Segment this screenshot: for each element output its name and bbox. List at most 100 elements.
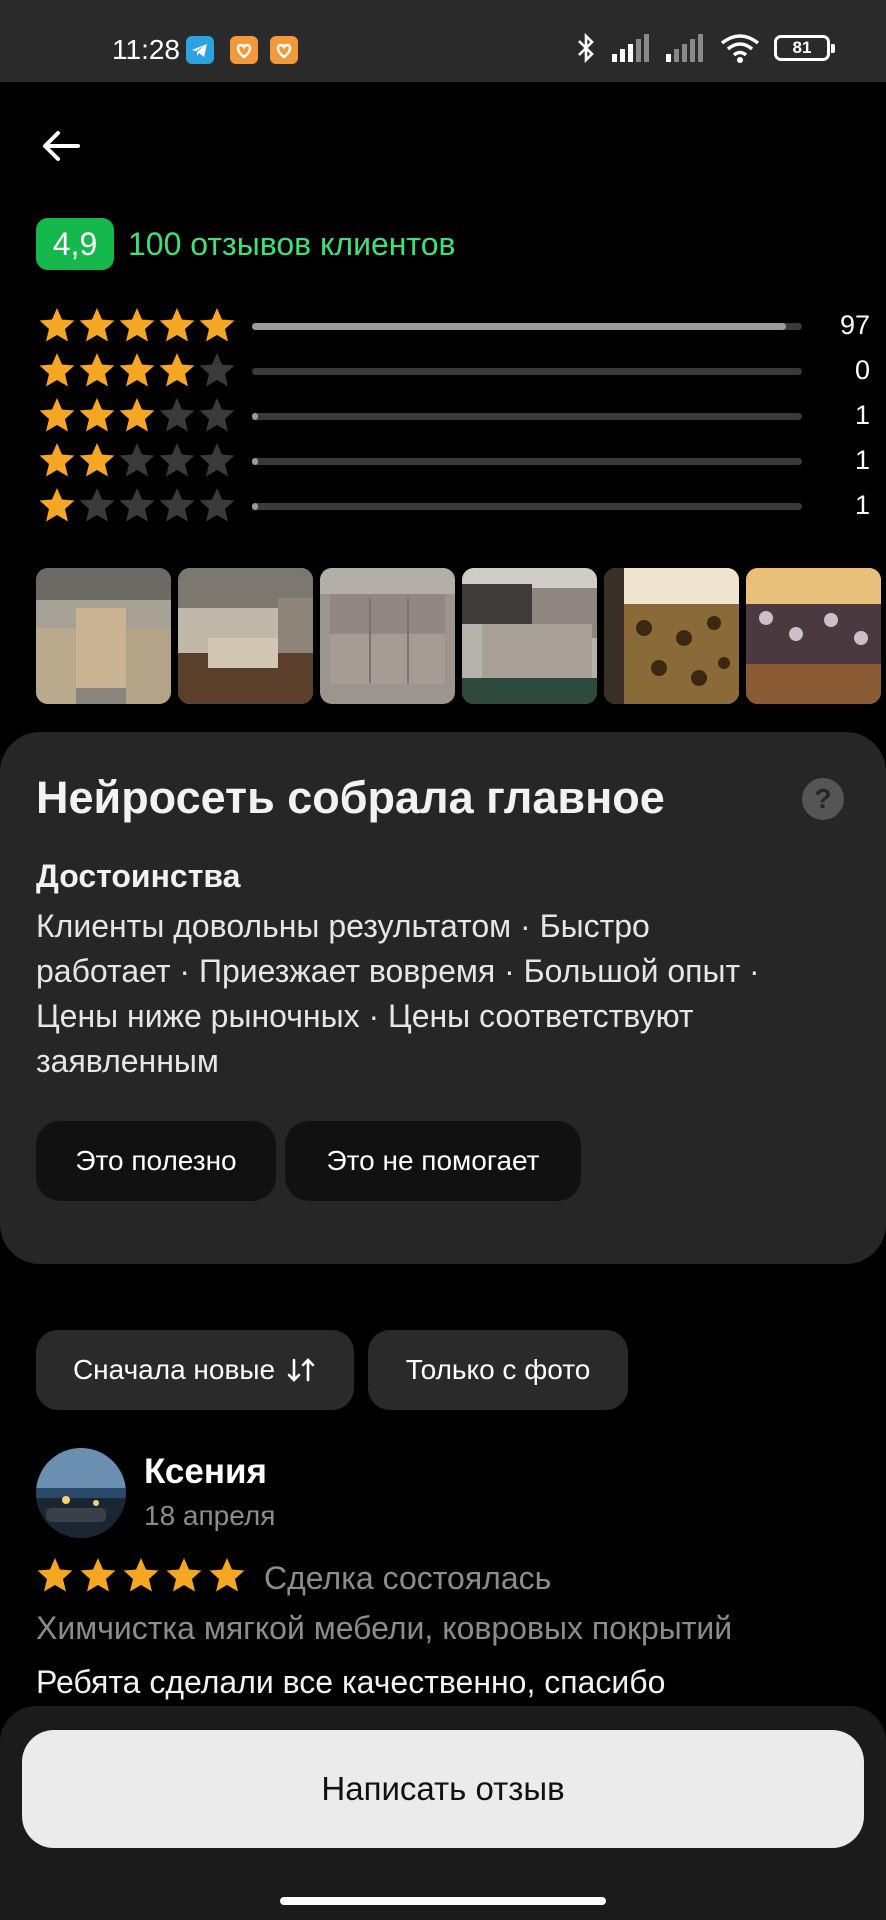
sort-label: Сначала новые xyxy=(72,1354,276,1385)
star-empty-icon xyxy=(199,353,235,387)
avatar xyxy=(36,1448,126,1538)
rating-bar xyxy=(252,368,802,375)
star-filled-icon xyxy=(119,398,155,432)
ai-summary-subtitle: Достоинства xyxy=(36,858,241,894)
star-filled-icon xyxy=(39,308,75,342)
star-empty-icon xyxy=(159,488,195,522)
rating-row-count: 1 xyxy=(854,490,870,520)
rating-bar-fill xyxy=(252,323,786,330)
ai-summary-line: заявленным xyxy=(36,1043,219,1079)
star-filled-icon xyxy=(79,308,115,342)
rating-bar xyxy=(252,323,802,330)
rating-row-stars xyxy=(38,306,236,344)
star-filled-icon xyxy=(80,1558,116,1592)
star-filled-icon xyxy=(123,1558,159,1592)
star-empty-icon xyxy=(159,398,195,432)
star-empty-icon xyxy=(119,443,155,477)
star-filled-icon xyxy=(39,398,75,432)
ai-summary-title: Нейросеть собрала главное xyxy=(36,772,665,823)
status-icons: 81 xyxy=(574,32,835,64)
signal-icon xyxy=(612,34,649,62)
rating-row-count: 1 xyxy=(854,445,870,475)
star-filled-icon xyxy=(79,398,115,432)
home-indicator[interactable] xyxy=(280,1897,606,1905)
photo-strip xyxy=(36,568,881,704)
review-service: Химчистка мягкой мебели, ковровых покрыт… xyxy=(36,1610,733,1646)
reviews-count-label: 100 отзывов клиентов xyxy=(128,226,456,262)
photo-only-button[interactable]: Только с фото xyxy=(368,1330,628,1410)
write-review-button[interactable]: Написать отзыв xyxy=(22,1730,864,1848)
star-empty-icon xyxy=(159,443,195,477)
star-filled-icon xyxy=(37,1558,73,1592)
battery-level: 81 xyxy=(792,38,812,57)
star-empty-icon xyxy=(199,443,235,477)
rating-row: 1 xyxy=(38,441,870,481)
star-empty-icon xyxy=(199,488,235,522)
sort-arrows-icon xyxy=(287,1358,315,1382)
rating-row: 1 xyxy=(38,396,870,436)
rating-row-stars xyxy=(38,441,236,479)
back-arrow-icon[interactable] xyxy=(40,124,84,168)
ai-summary-line: Клиенты довольны результатом · Быстро xyxy=(36,908,650,944)
rating-row-stars xyxy=(38,351,236,389)
review-text: Ребята сделали все качественно, спасибо xyxy=(36,1664,666,1700)
star-filled-icon xyxy=(39,353,75,387)
star-filled-icon xyxy=(119,353,155,387)
ai-summary-line: Цены ниже рыночных · Цены соответствуют xyxy=(36,998,694,1034)
rating-badge: 4,9 xyxy=(36,218,114,270)
rating-row-count: 0 xyxy=(854,355,870,385)
rating-bar xyxy=(252,503,802,510)
rating-row-count: 97 xyxy=(839,310,870,340)
star-filled-icon xyxy=(39,443,75,477)
photo-sofa-2[interactable] xyxy=(178,568,313,704)
star-filled-icon xyxy=(79,443,115,477)
rating-row: 97 xyxy=(38,306,870,346)
photo-sofa-6[interactable] xyxy=(746,568,881,704)
photo-sofa-3[interactable] xyxy=(320,568,455,704)
rating-bar xyxy=(252,413,802,420)
star-empty-icon xyxy=(199,398,235,432)
photo-sofa-4[interactable] xyxy=(462,568,597,704)
star-filled-icon xyxy=(166,1558,202,1592)
rating-row: 1 xyxy=(38,486,870,526)
signal-icon-2 xyxy=(666,34,703,62)
rating-row-stars xyxy=(38,486,236,524)
wifi-icon xyxy=(720,34,760,63)
rating-row-stars xyxy=(38,396,236,434)
help-icon[interactable]: ? xyxy=(802,778,844,820)
star-filled-icon xyxy=(209,1558,245,1592)
status-bar: 11:28 81 xyxy=(0,0,886,82)
app-heart-icon xyxy=(230,36,258,64)
deal-status: Сделка состоялась xyxy=(264,1560,552,1596)
rating-bar-fill xyxy=(252,503,258,510)
star-filled-icon xyxy=(159,308,195,342)
not-helpful-button[interactable]: Это не помогает xyxy=(285,1121,581,1201)
star-filled-icon xyxy=(39,488,75,522)
telegram-icon xyxy=(186,36,214,64)
sort-newest-button[interactable]: Сначала новые xyxy=(36,1330,354,1410)
rating-row: 0 xyxy=(38,351,870,391)
rating-row-count: 1 xyxy=(854,400,870,430)
ai-summary-line: работает · Приезжает вовремя · Большой о… xyxy=(36,953,760,989)
rating-bar xyxy=(252,458,802,465)
review-date: 18 апреля xyxy=(144,1500,276,1531)
ai-summary-card: Нейросеть собрала главное ? Достоинства … xyxy=(0,732,886,1264)
rating-bar-fill xyxy=(252,458,258,465)
star-filled-icon xyxy=(119,308,155,342)
rating-bar-fill xyxy=(252,413,258,420)
photo-sofa-5[interactable] xyxy=(604,568,739,704)
ai-summary-text: Клиенты довольны результатом · Быстро ра… xyxy=(36,904,856,1084)
star-filled-icon xyxy=(79,353,115,387)
star-empty-icon xyxy=(119,488,155,522)
star-empty-icon xyxy=(79,488,115,522)
app-heart-icon-2 xyxy=(270,36,298,64)
battery-icon: 81 xyxy=(774,35,835,61)
status-time: 11:28 xyxy=(112,34,180,65)
review-stars xyxy=(36,1556,246,1594)
photo-sofa-1[interactable] xyxy=(36,568,171,704)
review-author: Ксения xyxy=(144,1452,267,1491)
bluetooth-icon xyxy=(578,32,594,64)
star-filled-icon xyxy=(199,308,235,342)
helpful-button[interactable]: Это полезно xyxy=(36,1121,276,1201)
star-filled-icon xyxy=(159,353,195,387)
